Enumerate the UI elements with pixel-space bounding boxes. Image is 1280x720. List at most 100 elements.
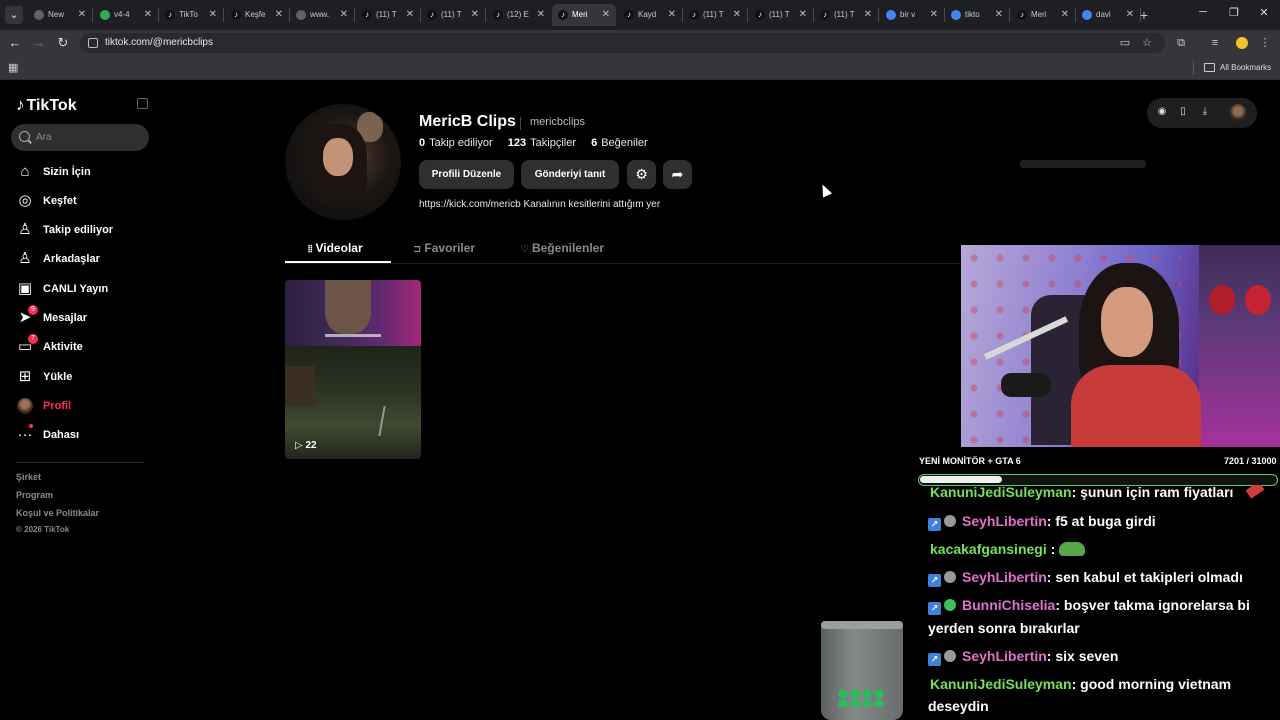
- tab-close-icon[interactable]: ✕: [1061, 4, 1069, 26]
- restore-icon[interactable]: ❐: [1226, 6, 1242, 19]
- url-text[interactable]: tiktok.com/@mericbclips: [105, 33, 213, 53]
- sidebar-item-chat-bubble[interactable]: ▭ 7 Aktivite: [16, 334, 146, 358]
- promote-post-button[interactable]: Gönderiyi tanıt: [521, 160, 619, 189]
- tab-close-icon[interactable]: ✕: [340, 4, 348, 26]
- sidebar-item-label: CANLI Yayın: [43, 283, 109, 295]
- share-arrow-icon[interactable]: ➦: [663, 160, 692, 189]
- site-info-icon[interactable]: [88, 38, 98, 48]
- browser-tab[interactable]: bir v ✕: [880, 4, 944, 26]
- browser-tab[interactable]: ♪ (11) T ✕: [749, 4, 813, 26]
- tab-title: TikTo: [179, 10, 198, 19]
- search-box[interactable]: [11, 124, 149, 151]
- tab-close-icon[interactable]: ✕: [668, 4, 676, 26]
- browser-tab[interactable]: ♪ TikTo ✕: [159, 4, 223, 26]
- close-window-icon[interactable]: ✕: [1256, 6, 1272, 19]
- header-avatar[interactable]: [1229, 104, 1247, 122]
- sidebar-item-person[interactable]: ♙ Takip ediliyor: [16, 219, 146, 241]
- tab-close-icon[interactable]: ✕: [1126, 4, 1134, 26]
- tab-close-icon[interactable]: ✕: [733, 4, 741, 26]
- tab-close-icon[interactable]: ✕: [144, 4, 152, 26]
- browser-tab[interactable]: ♪ Keşfe ✕: [225, 4, 289, 26]
- sidebar-item-compass[interactable]: ◎ Keşfet: [16, 190, 146, 212]
- minimize-icon[interactable]: ─: [1195, 6, 1211, 18]
- address-bar[interactable]: tiktok.com/@mericbclips ▭ ☆: [80, 33, 1165, 53]
- sidebar-item-live-tv[interactable]: ▣ CANLI Yayın: [16, 278, 146, 300]
- chat-message: kacakafgansinegi :: [928, 538, 1086, 560]
- browser-tab[interactable]: ♪ Kayd ✕: [618, 4, 682, 26]
- profile-avatar[interactable]: [285, 104, 401, 220]
- profile-avatar-icon[interactable]: [1236, 37, 1248, 49]
- browser-tab[interactable]: v4-4 ✕: [94, 4, 158, 26]
- settings-gear-icon[interactable]: ⚙: [627, 160, 656, 189]
- sub-badge-icon: ↗: [928, 518, 941, 531]
- footer-link-company[interactable]: Şirket: [16, 472, 41, 482]
- tab-liked[interactable]: ♡ Beğenilenler: [520, 241, 604, 255]
- tab-search-chevron-icon[interactable]: ⌄: [5, 6, 23, 24]
- browser-tab[interactable]: ♪ (11) T ✕: [683, 4, 747, 26]
- tab-close-icon[interactable]: ✕: [471, 4, 479, 26]
- tab-separator: [354, 8, 355, 22]
- tab-close-icon[interactable]: ✕: [930, 4, 938, 26]
- sidebar-item-friends[interactable]: ♙ Arkadaşlar: [16, 248, 146, 270]
- footer-link-terms[interactable]: Koşul ve Politikalar: [16, 508, 99, 518]
- extensions-icon[interactable]: ⧉: [1173, 35, 1189, 51]
- footer-link-program[interactable]: Program: [16, 490, 53, 500]
- tab-separator: [1009, 8, 1010, 22]
- tab-close-icon[interactable]: ✕: [537, 4, 545, 26]
- kebab-menu-icon[interactable]: ⋮: [1257, 35, 1273, 51]
- sidebar-item-avatar[interactable]: Profil: [16, 395, 146, 417]
- coins-icon[interactable]: ◉: [1155, 105, 1169, 119]
- search-input[interactable]: [36, 124, 141, 151]
- browser-tab[interactable]: ♪ (11) T ✕: [814, 4, 878, 26]
- stat-followers[interactable]: 123 Takipçiler: [508, 137, 576, 149]
- browser-tab[interactable]: ♪ (12) E ✕: [487, 4, 551, 26]
- phone-icon[interactable]: ▯: [1176, 105, 1190, 119]
- globe-icon: [296, 10, 306, 20]
- sidebar-item-plus-square[interactable]: ⊞ Yükle: [16, 366, 146, 388]
- cast-icon[interactable]: ▭: [1118, 36, 1132, 50]
- mod-badge-icon: [944, 650, 956, 662]
- tab-close-icon[interactable]: ✕: [864, 4, 872, 26]
- forward-arrow-icon[interactable]: →: [30, 34, 48, 52]
- chat-message: KanuniJediSuleyman: şunun için ram fiyat…: [928, 485, 1265, 503]
- reload-icon[interactable]: ↻: [54, 34, 72, 52]
- browser-tab[interactable]: www. ✕: [290, 4, 354, 26]
- tab-close-icon[interactable]: ✕: [602, 4, 610, 26]
- browser-tab[interactable]: tikto ✕: [945, 4, 1009, 26]
- tab-favorites[interactable]: ⊐ Favoriler: [413, 241, 475, 255]
- sidebar-item-home[interactable]: ⌂ Sizin İçin: [16, 161, 146, 183]
- stat-following[interactable]: 0 Takip ediliyor: [419, 137, 493, 149]
- browser-tab[interactable]: ♪ (11) T ✕: [421, 4, 485, 26]
- tab-videos[interactable]: ⦙⦙ Videolar: [308, 241, 363, 255]
- edit-profile-button[interactable]: Profili Düzenle: [419, 160, 514, 189]
- chat-text: : sen kabul et takipleri olmadı: [1046, 569, 1243, 585]
- tab-close-icon[interactable]: ✕: [78, 4, 86, 26]
- browser-tab[interactable]: ♪ Meri ✕: [552, 4, 616, 26]
- tab-favorites-label: Favoriler: [424, 241, 476, 255]
- tiktok-logo[interactable]: ♪ TikTok: [16, 95, 77, 115]
- bookmark-star-icon[interactable]: ☆: [1140, 36, 1154, 50]
- tab-close-icon[interactable]: ✕: [275, 4, 283, 26]
- sidebar-item-paper-plane[interactable]: ➤ 9 Mesajlar: [16, 305, 146, 329]
- tab-title: New: [48, 10, 65, 19]
- new-tab-button[interactable]: +: [1137, 5, 1151, 25]
- all-bookmarks-link[interactable]: All Bookmarks: [1220, 56, 1271, 80]
- back-arrow-icon[interactable]: ←: [6, 34, 24, 52]
- thumbnail-stream-frame: [285, 280, 421, 346]
- tab-close-icon[interactable]: ✕: [995, 4, 1003, 26]
- reading-list-icon[interactable]: ≡: [1207, 35, 1223, 51]
- browser-tab[interactable]: ♪ (11) T ✕: [356, 4, 420, 26]
- sidebar-item-more[interactable]: ··· Dahası: [16, 424, 146, 446]
- apps-grid-icon[interactable]: ▦: [8, 61, 18, 74]
- video-view-count: ▷ 22: [295, 440, 317, 451]
- collapse-sidebar-icon[interactable]: [137, 98, 148, 109]
- pepe-emote-icon: [1059, 542, 1086, 556]
- tab-close-icon[interactable]: ✕: [209, 4, 217, 26]
- video-thumbnail[interactable]: ▷ 22: [285, 280, 421, 459]
- download-icon[interactable]: ⤓: [1198, 105, 1212, 119]
- tab-close-icon[interactable]: ✕: [799, 4, 807, 26]
- browser-tab[interactable]: davi ✕: [1076, 4, 1140, 26]
- tab-close-icon[interactable]: ✕: [406, 4, 414, 26]
- browser-tab[interactable]: ♪ Meri ✕: [1011, 4, 1075, 26]
- browser-tab[interactable]: New ✕: [28, 4, 92, 26]
